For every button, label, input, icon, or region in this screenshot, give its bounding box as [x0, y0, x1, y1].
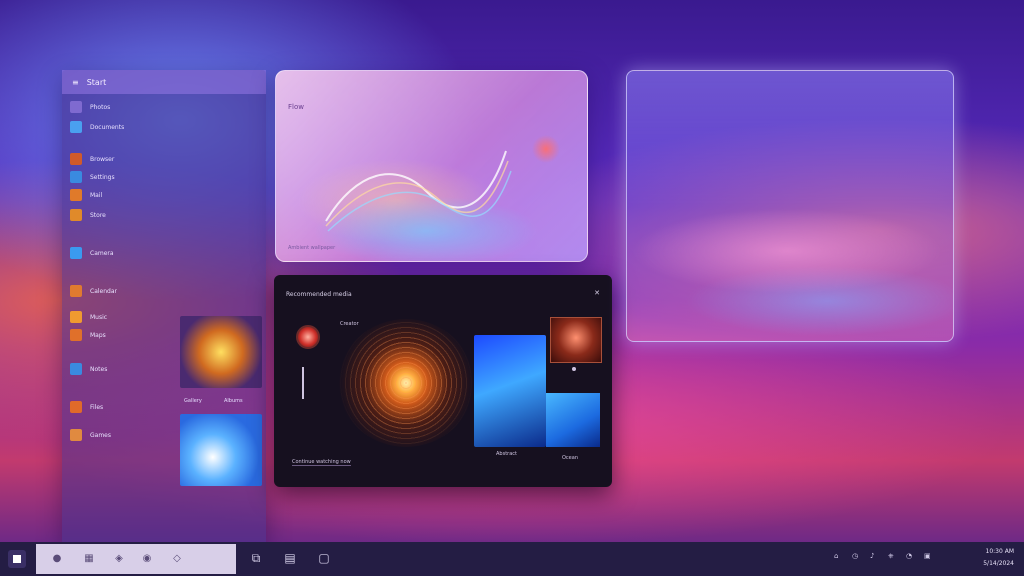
app-list-item-label: Store — [90, 211, 106, 219]
thumbnail-caption: Ocean — [562, 455, 578, 461]
app-icon — [70, 311, 82, 323]
app-list-item[interactable]: Notes — [70, 362, 107, 376]
start-button[interactable] — [8, 550, 26, 568]
app-list-item-label: Notes — [90, 365, 108, 373]
tray-icon[interactable]: ⌂ — [834, 552, 838, 560]
app-icon — [70, 285, 82, 297]
app-list-item-label: Settings — [90, 173, 115, 181]
glass-window[interactable] — [626, 70, 954, 342]
swirl-art — [325, 150, 512, 232]
app-list-item[interactable]: Calendar — [70, 284, 117, 298]
app-list-item-label: Browser — [90, 155, 115, 163]
menu-icon[interactable]: ≡ — [72, 78, 79, 87]
start-menu-title: Start — [86, 77, 107, 87]
app-list-item[interactable]: Store — [70, 208, 106, 222]
app-icon — [70, 329, 82, 341]
media-thumbnail-portrait[interactable] — [550, 317, 602, 363]
app-icon — [70, 101, 82, 113]
app-list-item[interactable]: Music — [70, 310, 107, 324]
app-icon[interactable]: ▢ — [316, 550, 332, 566]
app-icon — [70, 401, 82, 413]
clock-date: 5/14/2024 — [983, 560, 1014, 567]
app-list-item[interactable]: Games — [70, 428, 111, 442]
app-icon — [70, 171, 82, 183]
app-icon — [70, 121, 82, 133]
app-list-item[interactable]: Files — [70, 400, 103, 414]
taskbar: ● ▦ ◈ ◉ ◇ ⧉ ▤ ▢ ⌂ ◷ ♪ ⎈ ◔ ▣ 10:30 AM 5/1… — [0, 542, 1024, 576]
pinned-app-icon[interactable]: ▦ — [82, 552, 96, 566]
app-list-item-label: Documents — [90, 123, 125, 131]
tray-icon[interactable]: ♪ — [870, 552, 874, 560]
tray-icon[interactable]: ⎈ — [888, 552, 894, 561]
app-list-item-label: Calendar — [90, 287, 117, 295]
app-icon — [70, 247, 82, 259]
album-thumbnail[interactable] — [180, 414, 262, 486]
app-icon — [70, 429, 82, 441]
app-list-item[interactable]: Maps — [70, 328, 106, 342]
app-list-item[interactable]: Photos — [70, 100, 110, 114]
app-list-item-label: Maps — [90, 331, 106, 339]
avatar[interactable] — [296, 325, 320, 349]
start-menu-header: ≡ Start — [62, 70, 266, 94]
app-list-item[interactable]: Settings — [70, 170, 115, 184]
thumbnail-caption: Gallery — [184, 398, 202, 404]
app-icon[interactable]: ▤ — [282, 550, 298, 566]
clock-time: 10:30 AM — [985, 548, 1014, 555]
app-list-item-label: Files — [90, 403, 104, 411]
close-icon[interactable]: ✕ — [594, 289, 600, 297]
pinned-app-icon[interactable]: ● — [50, 552, 64, 566]
thumbnail-caption: Albums — [224, 398, 243, 404]
pinned-apps: ● ▦ ◈ ◉ ◇ — [36, 544, 236, 574]
gallery-thumbnail[interactable] — [180, 316, 262, 388]
indicator-dot — [572, 367, 576, 371]
app-list-item-label: Music — [90, 313, 108, 321]
clock[interactable]: 10:30 AM 5/14/2024 — [983, 546, 1014, 570]
progress-line — [302, 367, 304, 399]
tray-icon[interactable]: ◔ — [906, 552, 912, 560]
tray-icon[interactable]: ◷ — [852, 552, 858, 560]
task-view-icon[interactable]: ⧉ — [248, 550, 264, 566]
card-footer: Ambient wallpaper — [288, 245, 336, 251]
app-list-item-label: Games — [90, 431, 111, 439]
thumbnail-caption: Abstract — [496, 451, 517, 457]
media-panel: Recommended media ✕ Creator Continue wat… — [274, 275, 612, 487]
tray-icon[interactable]: ▣ — [924, 552, 931, 560]
app-icon — [70, 363, 82, 375]
media-thumbnail-abstract[interactable] — [474, 335, 546, 447]
media-panel-title: Recommended media — [286, 291, 352, 298]
app-list-item-label: Mail — [90, 191, 103, 199]
app-icon — [70, 209, 82, 221]
featured-media-rings — [338, 319, 474, 447]
glass-widget-card[interactable]: Flow Ambient wallpaper — [275, 70, 588, 262]
media-caption[interactable]: Continue watching now — [292, 459, 351, 466]
app-list-item-label: Photos — [90, 103, 111, 111]
pinned-app-icon[interactable]: ◇ — [170, 552, 184, 566]
pinned-app-icon[interactable]: ◈ — [112, 552, 126, 566]
app-list-item-label: Camera — [90, 249, 114, 257]
app-icon — [70, 153, 82, 165]
app-icon — [70, 189, 82, 201]
media-thumbnail-ocean[interactable] — [546, 393, 600, 447]
app-list-item[interactable]: Camera — [70, 246, 114, 260]
app-list-item[interactable]: Browser — [70, 152, 114, 166]
card-title: Flow — [288, 103, 304, 111]
pinned-app-icon[interactable]: ◉ — [140, 552, 154, 566]
app-list-item[interactable]: Mail — [70, 188, 102, 202]
windows-icon — [13, 555, 21, 563]
avatar-label: Creator — [340, 321, 359, 327]
start-menu-panel: ≡ Start Photos Documents Browser Settings Ma… — [62, 70, 266, 542]
app-list-item[interactable]: Documents — [70, 120, 124, 134]
